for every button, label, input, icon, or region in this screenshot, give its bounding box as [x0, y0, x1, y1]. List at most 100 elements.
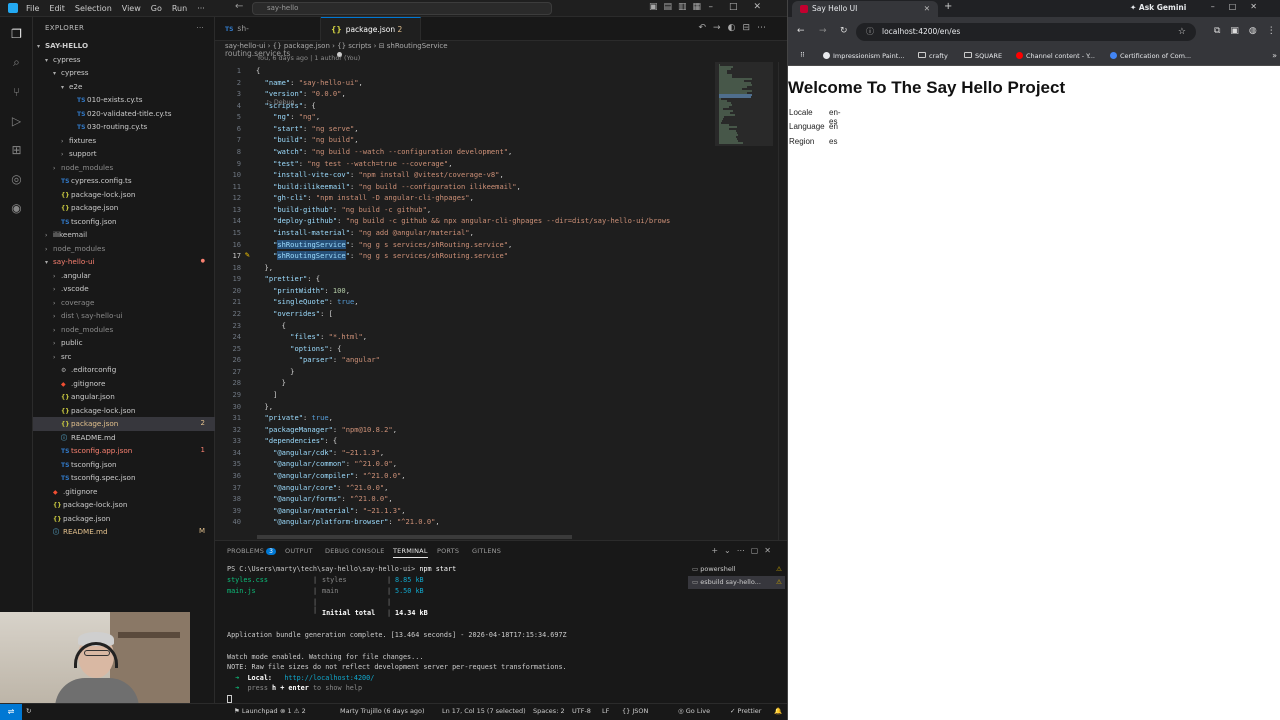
terminal-output[interactable]: PS C:\Users\marty\tech\say-hello\say-hel… — [227, 563, 682, 703]
code-line[interactable]: "printWidth": 100, — [256, 286, 350, 295]
panel-tab[interactable]: PORTS — [437, 547, 459, 555]
tree-item[interactable]: › .angular — [33, 269, 215, 283]
reload-icon[interactable]: ↻ — [840, 26, 848, 36]
tree-item[interactable]: › fixtures — [33, 134, 215, 148]
panel-tab[interactable]: DEBUG CONSOLE — [325, 547, 385, 555]
code-line[interactable]: "build:ilikeemail": "ng build --configur… — [256, 182, 521, 191]
code-line[interactable]: "install-vite-cov": "npm install @vitest… — [256, 170, 504, 179]
explorer-icon[interactable]: ❐ — [9, 27, 24, 42]
address-bar[interactable]: ⓘ localhost:4200/en/es ☆ — [856, 23, 1196, 41]
bookmark-star-icon[interactable]: ☆ — [1178, 23, 1186, 41]
menu-file[interactable]: File — [26, 4, 39, 13]
code-line[interactable]: "start": "ng serve", — [256, 124, 358, 133]
new-tab-icon[interactable]: + — [944, 1, 952, 12]
code-line[interactable]: "singleQuote": true, — [256, 297, 358, 306]
minimap-viewport[interactable] — [715, 62, 773, 146]
tree-item[interactable]: ⚙ .editorconfig — [33, 363, 215, 377]
tree-item[interactable]: ▾ cypress — [33, 53, 215, 67]
layout-controls[interactable]: ▣▤▥▦ — [649, 2, 707, 12]
status-golive[interactable]: ◎ Go Live — [678, 707, 710, 715]
code-line[interactable]: ] — [256, 390, 277, 399]
tree-item[interactable]: › node_modules — [33, 323, 215, 337]
back-icon[interactable]: ← — [797, 26, 805, 36]
tree-item[interactable]: › .vscode — [33, 282, 215, 296]
code-line[interactable]: "@angular/cdk": "~21.1.3", — [256, 448, 384, 457]
status-encoding[interactable]: UTF-8 — [572, 707, 591, 715]
site-info-icon[interactable]: ⓘ — [866, 23, 874, 41]
code-line[interactable]: "packageManager": "npm@10.8.2", — [256, 425, 397, 434]
tree-item[interactable]: {}package-lock.json — [33, 404, 215, 418]
editor-actions[interactable]: ↶→◐⊟⋯ — [699, 23, 773, 33]
tab-package-json[interactable]: {} package.json 2 — [321, 17, 421, 57]
code-line[interactable]: "parser": "angular" — [256, 355, 380, 364]
notifications-icon[interactable]: 🔔 — [774, 707, 782, 715]
breadcrumb[interactable]: say-hello-ui › {} package.json › {} scri… — [225, 42, 448, 50]
tree-item[interactable]: ▾ say-hello-ui ● — [33, 255, 215, 269]
panel-tab[interactable]: TERMINAL — [393, 547, 428, 558]
panel-tab[interactable]: OUTPUT — [285, 547, 313, 555]
status-spaces[interactable]: Spaces: 2 — [533, 707, 565, 715]
ask-gemini-button[interactable]: ✦ Ask Gemini — [1130, 3, 1186, 12]
bookmark-item[interactable]: SQUARE — [964, 52, 1002, 60]
tree-item[interactable]: {}package.json 2 — [33, 417, 215, 431]
bookmark-item[interactable]: Certification of Com... — [1110, 52, 1191, 60]
status-problems[interactable]: ⊗ 1 ⚠ 2 — [280, 707, 306, 715]
code-line[interactable]: "test": "ng test --watch=true --coverage… — [256, 159, 452, 168]
gitlens-icon[interactable]: ◉ — [9, 201, 24, 216]
code-line[interactable]: "deploy-github": "ng build -c github && … — [256, 216, 670, 225]
tree-item[interactable]: › node_modules — [33, 242, 215, 256]
code-line[interactable]: "ng": "ng", — [256, 112, 320, 121]
status-launchpad[interactable]: ⚑ Launchpad — [234, 707, 278, 715]
code-line[interactable]: "scripts": { — [256, 101, 316, 110]
tree-item[interactable]: TS 010-exists.cy.ts — [33, 93, 215, 107]
code-line[interactable]: "build-github": "ng build -c github", — [256, 205, 431, 214]
code-line[interactable]: { — [256, 66, 260, 75]
tree-item[interactable]: {}package-lock.json — [33, 498, 215, 512]
extensions-icon[interactable]: ⊞ — [9, 143, 24, 158]
code-line[interactable]: "@angular/material": "~21.1.3", — [256, 506, 405, 515]
tree-item[interactable]: TS tsconfig.spec.json — [33, 471, 215, 485]
code-line[interactable]: "shRoutingService": "ng g s services/shR… — [256, 251, 508, 261]
tree-item[interactable]: › ilikeemail — [33, 228, 215, 242]
status-eol[interactable]: LF — [602, 707, 609, 715]
tree-item[interactable]: TS 020-validated-title.cy.ts — [33, 107, 215, 121]
tree-item[interactable]: ◆ .gitignore — [33, 377, 215, 391]
lightbulb-icon[interactable]: ✎ — [245, 250, 250, 259]
browser-tab-say-hello[interactable]: Say Hello UI ✕ — [792, 1, 938, 17]
forward-icon[interactable]: → — [819, 26, 827, 36]
code-line[interactable]: "@angular/platform-browser": "^21.0.0", — [256, 517, 440, 526]
source-control-icon[interactable]: ⑂ — [9, 85, 24, 100]
code-line[interactable]: }, — [256, 263, 274, 272]
code-line[interactable]: "dependencies": { — [256, 436, 338, 445]
code-line[interactable]: "prettier": { — [256, 274, 321, 283]
horizontal-scrollbar[interactable] — [257, 535, 572, 539]
remote-icon[interactable]: ⇌ — [0, 704, 22, 720]
code-line[interactable]: "overrides": [ — [256, 309, 333, 318]
code-line[interactable]: "install-material": "ng add @angular/mat… — [256, 228, 474, 237]
code-line[interactable]: "build": "ng build", — [256, 135, 358, 144]
bookmark-item[interactable]: crafty — [918, 52, 948, 60]
browser-toolbar-actions[interactable]: ⧉▣◍⋮ — [1214, 26, 1280, 36]
code-line[interactable]: "gh-cli": "npm install -D angular-cli-gh… — [256, 193, 474, 202]
tree-item[interactable]: › coverage — [33, 296, 215, 310]
code-line[interactable]: "options": { — [256, 344, 341, 353]
status-sync-icon[interactable]: ↻ — [26, 707, 31, 715]
code-line[interactable]: }, — [256, 402, 274, 411]
window-controls[interactable]: –□✕ — [708, 2, 777, 12]
tree-item[interactable]: ▾ e2e — [33, 80, 215, 94]
local-url-link[interactable]: http://localhost:4200/ — [284, 674, 374, 682]
menu-selection[interactable]: Selection — [75, 4, 112, 13]
explorer-more-icon[interactable]: ··· — [196, 17, 204, 39]
tree-item[interactable]: TS tsconfig.json — [33, 458, 215, 472]
tree-item[interactable]: {}package-lock.json — [33, 188, 215, 202]
apps-icon[interactable]: ⠿ — [800, 51, 805, 59]
terminal-item-esbuild[interactable]: ▭ esbuild say-hello... ⚠ — [688, 576, 785, 589]
status-language[interactable]: {} JSON — [622, 707, 648, 715]
tab-sh-routing-service[interactable]: TS sh-routing.service.ts — [215, 17, 321, 58]
tree-item[interactable]: {}package.json — [33, 512, 215, 526]
tree-item[interactable]: › node_modules — [33, 161, 215, 175]
code-line[interactable]: "files": "*.html", — [256, 332, 367, 341]
close-tab-icon[interactable]: ✕ — [924, 1, 930, 17]
tree-item[interactable]: TS 030-routing.cy.ts — [33, 120, 215, 134]
panel-actions[interactable]: +⌄⋯▢✕ — [711, 546, 777, 555]
